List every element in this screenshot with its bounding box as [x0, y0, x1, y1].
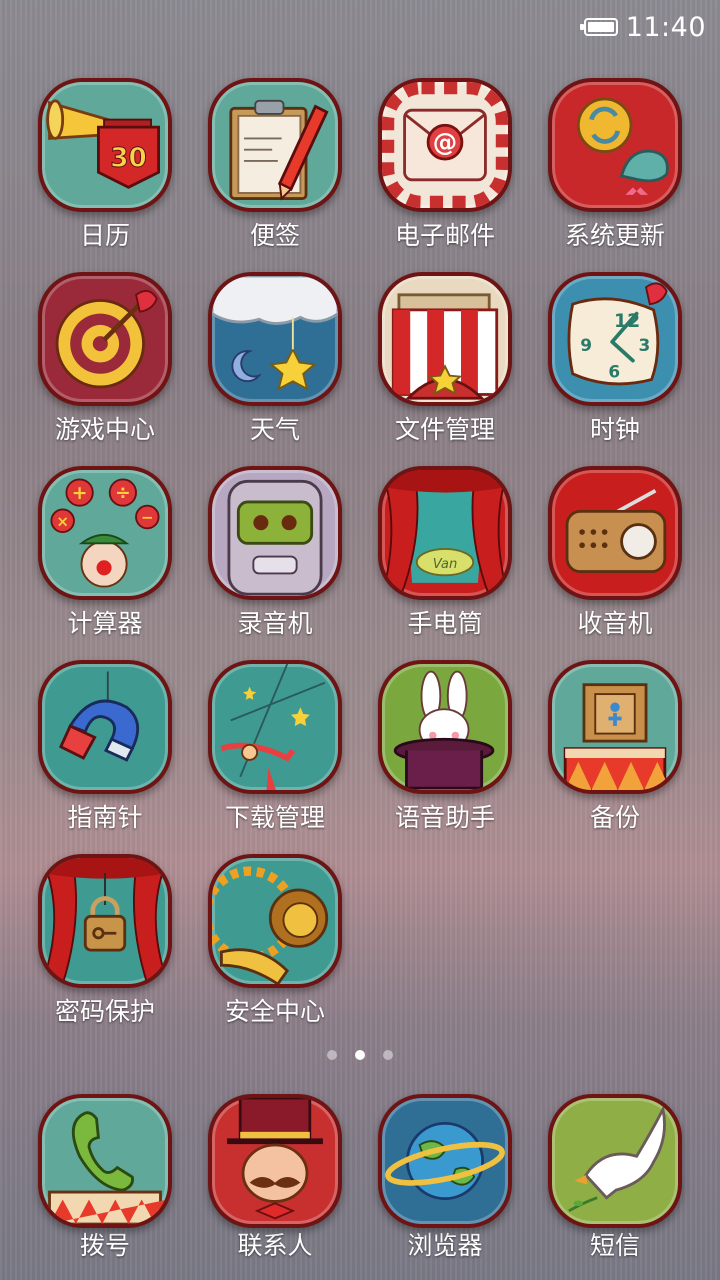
- svg-text:3: 3: [639, 335, 651, 355]
- dove-icon[interactable]: [548, 1094, 682, 1228]
- globe-icon[interactable]: [378, 1094, 512, 1228]
- app-messages[interactable]: 短信: [530, 1094, 700, 1262]
- app-calendar[interactable]: 30 日历: [20, 78, 190, 272]
- target-icon[interactable]: [38, 272, 172, 406]
- app-label: 语音助手: [394, 803, 495, 832]
- app-label: 文件管理: [394, 415, 495, 444]
- radio-icon[interactable]: [548, 466, 682, 600]
- lock-icon[interactable]: [38, 854, 172, 988]
- app-browser[interactable]: 浏览器: [360, 1094, 530, 1262]
- calculator-icon[interactable]: + ÷ × −: [38, 466, 172, 600]
- svg-text:6: 6: [608, 362, 620, 382]
- app-radio[interactable]: 收音机: [530, 466, 700, 660]
- app-label: 录音机: [237, 609, 313, 638]
- svg-text:9: 9: [580, 335, 592, 355]
- backup-icon[interactable]: [548, 660, 682, 794]
- app-compass[interactable]: 指南针: [20, 660, 190, 854]
- app-notes[interactable]: 便签: [190, 78, 360, 272]
- svg-text:÷: ÷: [115, 483, 131, 504]
- page-dot[interactable]: [327, 1050, 337, 1060]
- status-time: 11:40: [625, 11, 706, 43]
- app-label: 浏览器: [407, 1231, 483, 1260]
- app-label: 指南针: [67, 803, 143, 832]
- app-label: 游戏中心: [54, 415, 155, 444]
- app-label: 计算器: [67, 609, 143, 638]
- ringmaster-icon[interactable]: [208, 1094, 342, 1228]
- app-system-update[interactable]: 系统更新: [530, 78, 700, 272]
- page-indicator[interactable]: [0, 1050, 720, 1060]
- phone-icon[interactable]: [38, 1094, 172, 1228]
- app-label: 日历: [79, 221, 130, 250]
- flashlight-spot-text: Van: [433, 557, 458, 572]
- app-contacts[interactable]: 联系人: [190, 1094, 360, 1262]
- app-password-protect[interactable]: 密码保护: [20, 854, 190, 1048]
- email-icon[interactable]: @: [378, 78, 512, 212]
- compass-icon[interactable]: [38, 660, 172, 794]
- app-grid: 30 日历 便签 @ 电子邮件 系统更新 游戏中心 天气 文件管理 12 3 6…: [20, 78, 700, 1048]
- app-label: 电子邮件: [394, 221, 495, 250]
- app-label: 联系人: [237, 1231, 313, 1260]
- update-icon[interactable]: [548, 78, 682, 212]
- clock-icon[interactable]: 12 3 6 9: [548, 272, 682, 406]
- app-label: 天气: [249, 415, 300, 444]
- recorder-icon[interactable]: [208, 466, 342, 600]
- app-label: 下载管理: [224, 803, 325, 832]
- app-file-manager[interactable]: 文件管理: [360, 272, 530, 466]
- app-label: 手电筒: [407, 609, 483, 638]
- svg-text:+: +: [72, 483, 88, 504]
- page-dot[interactable]: [383, 1050, 393, 1060]
- notes-icon[interactable]: [208, 78, 342, 212]
- app-recorder[interactable]: 录音机: [190, 466, 360, 660]
- calendar-icon[interactable]: 30: [38, 78, 172, 212]
- folder-icon[interactable]: [378, 272, 512, 406]
- battery-icon: [579, 18, 618, 36]
- app-dialer[interactable]: 拨号: [20, 1094, 190, 1262]
- svg-text:−: −: [141, 509, 154, 527]
- page-dot[interactable]: [355, 1050, 365, 1060]
- app-security-center[interactable]: 安全中心: [190, 854, 360, 1048]
- app-calculator[interactable]: + ÷ × − 计算器: [20, 466, 190, 660]
- app-label: 收音机: [577, 609, 653, 638]
- app-voice-assistant[interactable]: 语音助手: [360, 660, 530, 854]
- app-label: 备份: [589, 803, 640, 832]
- rabbit-hat-icon[interactable]: [378, 660, 512, 794]
- app-label: 系统更新: [564, 221, 665, 250]
- calendar-day: 30: [110, 144, 147, 174]
- app-download-manager[interactable]: 下载管理: [190, 660, 360, 854]
- app-weather[interactable]: 天气: [190, 272, 360, 466]
- app-backup[interactable]: 备份: [530, 660, 700, 854]
- app-clock[interactable]: 12 3 6 9 时钟: [530, 272, 700, 466]
- svg-text:×: ×: [56, 512, 69, 530]
- download-icon[interactable]: [208, 660, 342, 794]
- svg-text:@: @: [433, 128, 457, 157]
- app-label: 密码保护: [54, 997, 155, 1026]
- app-game-center[interactable]: 游戏中心: [20, 272, 190, 466]
- status-bar: 11:40: [579, 10, 706, 44]
- lion-icon[interactable]: [208, 854, 342, 988]
- app-label: 安全中心: [224, 997, 325, 1026]
- app-label: 便签: [249, 221, 300, 250]
- app-label: 时钟: [589, 415, 640, 444]
- app-label: 拨号: [79, 1231, 130, 1260]
- flashlight-icon[interactable]: Van: [378, 466, 512, 600]
- weather-icon[interactable]: [208, 272, 342, 406]
- dock: 拨号 联系人 浏览器 短信: [20, 1094, 700, 1262]
- app-flashlight[interactable]: Van 手电筒: [360, 466, 530, 660]
- app-label: 短信: [589, 1231, 640, 1260]
- app-email[interactable]: @ 电子邮件: [360, 78, 530, 272]
